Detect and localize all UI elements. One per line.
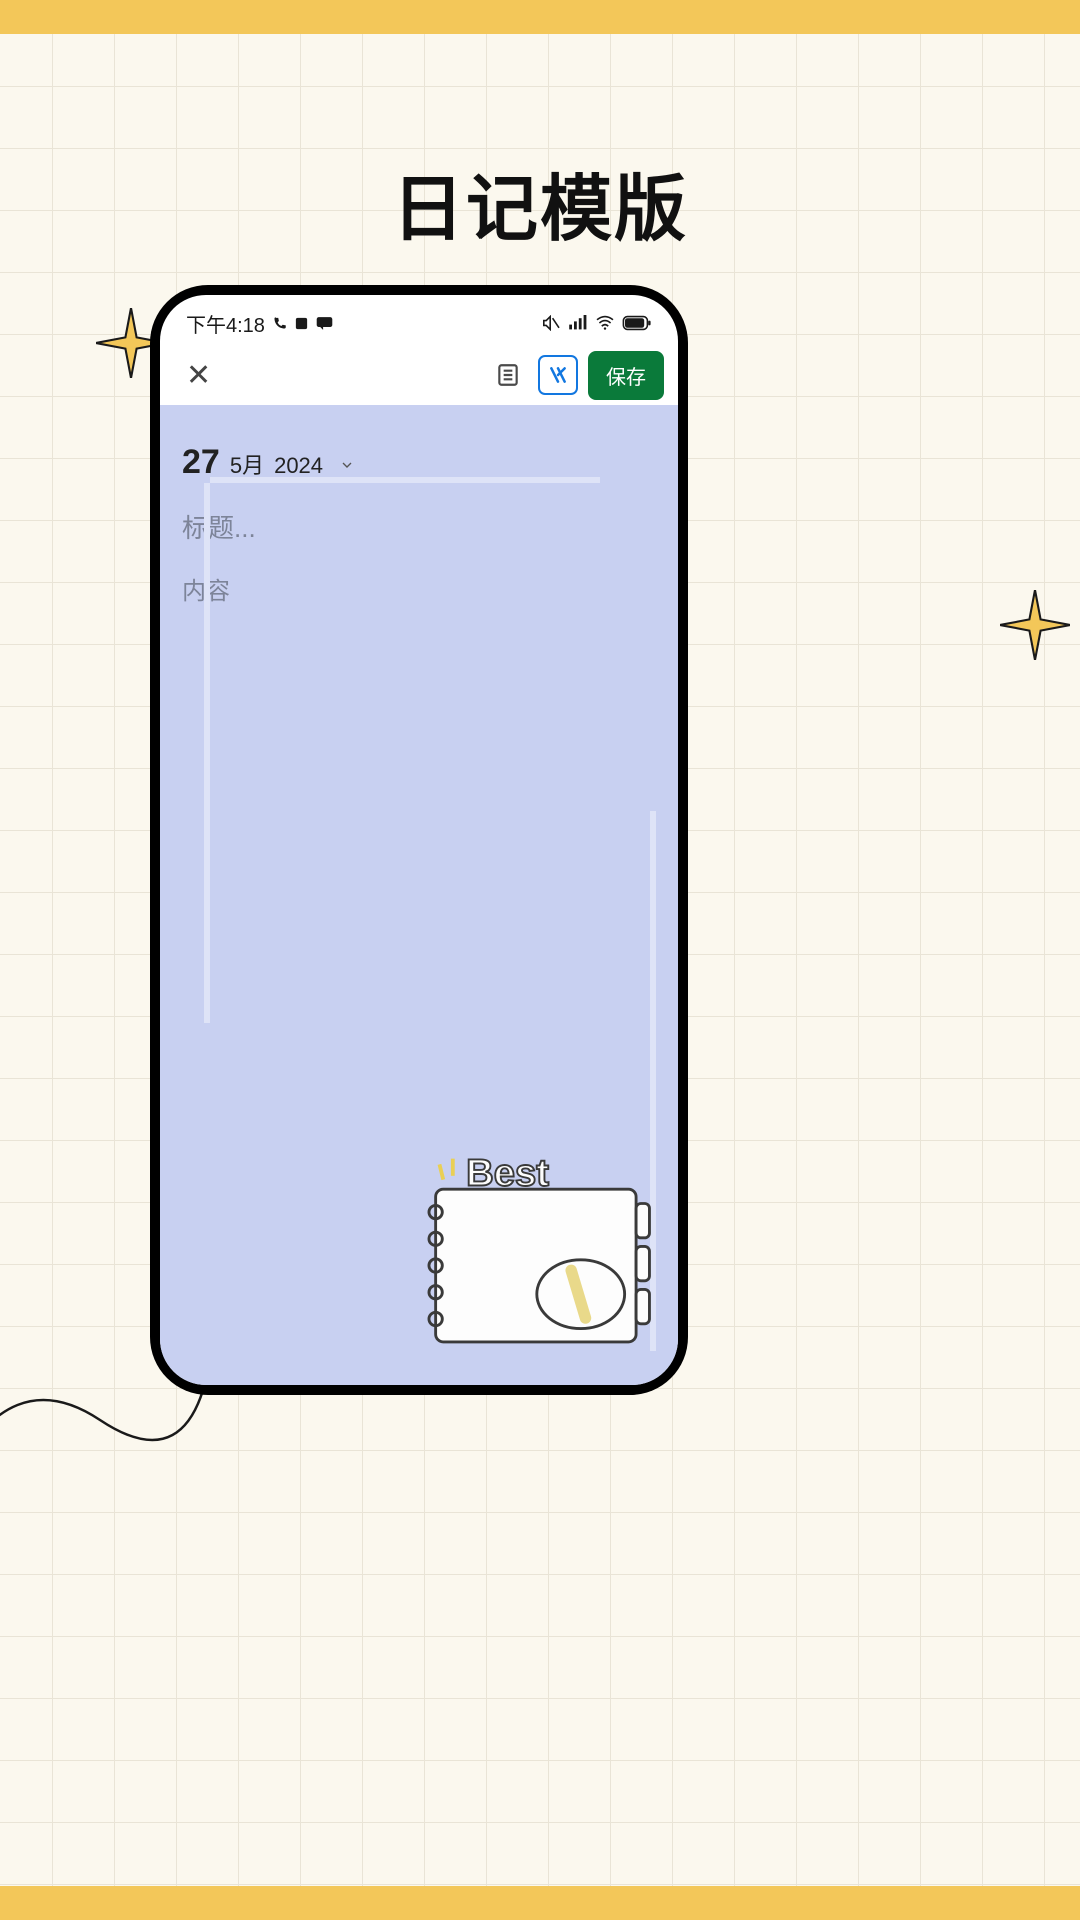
mute-icon [541, 315, 561, 331]
save-button[interactable]: 保存 [588, 351, 664, 400]
diary-title-input[interactable]: 标题... [182, 508, 656, 545]
status-time: 下午4:18 [186, 309, 265, 338]
template-list-icon [495, 362, 521, 388]
status-bar: 下午4:18 [160, 295, 678, 345]
sparkle-icon [1000, 590, 1070, 660]
svg-text:Best: Best [466, 1151, 549, 1194]
app-icon [294, 316, 309, 331]
date-month: 5月 [230, 448, 264, 480]
chevron-down-icon [339, 457, 355, 473]
battery-icon [622, 315, 652, 331]
template-list-button[interactable] [488, 355, 528, 395]
page-title: 日记模版 [0, 150, 1080, 255]
phone-screen: 下午4:18 ✕ [160, 295, 678, 1385]
page-border-bottom [0, 1886, 1080, 1920]
date-year: 2024 [274, 453, 323, 479]
call-icon [272, 316, 287, 331]
notebook-sticker: Best [408, 1151, 658, 1361]
signal-icon [568, 315, 588, 331]
diary-content-input[interactable]: 内容 [182, 571, 656, 606]
message-icon [316, 316, 333, 331]
diary-editor-canvas: 27 5月 2024 标题... 内容 [160, 405, 678, 1385]
theme-icon [548, 365, 568, 385]
wifi-icon [595, 315, 615, 331]
decorative-frame-line [210, 477, 600, 483]
phone-frame: 下午4:18 ✕ [150, 285, 688, 1395]
close-button[interactable]: ✕ [180, 354, 217, 397]
editor-toolbar: ✕ 保存 [160, 345, 678, 405]
page-border-top [0, 0, 1080, 34]
theme-button[interactable] [538, 355, 578, 395]
decorative-frame-line [204, 483, 210, 1023]
